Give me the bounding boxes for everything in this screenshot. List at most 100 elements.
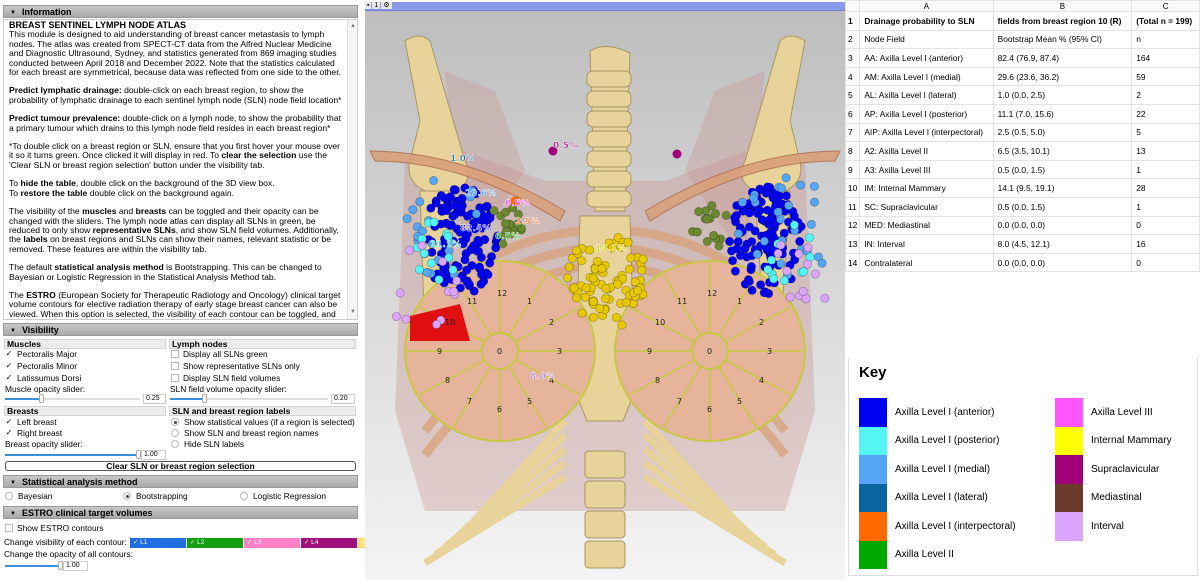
anatomy-scene[interactable]: 023456789101112102345678910111211.0%29.6… <box>365 11 845 580</box>
axilla-posterior-node <box>448 265 458 275</box>
contour-label: Change visibility of each contour: <box>4 537 127 547</box>
slider-handle[interactable] <box>202 394 207 403</box>
option-label: Show SLN and breast region names <box>184 428 319 438</box>
checkmark-icon[interactable]: ✓ <box>5 350 13 358</box>
scroll-up-icon[interactable]: ▲ <box>350 22 356 31</box>
key-item: Internal Mammary <box>1055 426 1172 455</box>
axilla-medial-node <box>777 183 787 193</box>
contour-toggle-l2[interactable]: ✓ L2 <box>186 538 243 548</box>
checkmark-icon[interactable]: ✓ <box>5 374 13 382</box>
lymph-checkbox[interactable]: Display SLN field volumes <box>171 373 280 383</box>
breast-region-label: 6 <box>707 405 712 414</box>
scroll-down-icon[interactable]: ▼ <box>350 308 356 317</box>
axilla-anterior-node <box>762 244 772 254</box>
stats-method-radio[interactable]: Logistic Regression <box>240 491 326 501</box>
view-tab[interactable]: 1 <box>372 2 381 9</box>
breast-region-label: 3 <box>557 347 562 356</box>
internal-mammary-node <box>613 279 623 289</box>
table-cell: 0.0 (0.0, 0.0) <box>992 252 1133 273</box>
label-option-radio[interactable]: Show statistical values (if a region is … <box>171 417 355 427</box>
internal-mammary-node <box>577 308 587 318</box>
lymph-checkbox[interactable]: Show representative SLNs only <box>171 361 300 371</box>
axilla-anterior-node <box>442 206 452 216</box>
radio-button[interactable] <box>171 418 179 426</box>
settings-icon[interactable]: ⚙ <box>381 2 392 9</box>
radio-button[interactable] <box>171 440 179 448</box>
key-title: Key <box>859 364 887 381</box>
radio-button[interactable] <box>5 492 13 500</box>
color-swatch <box>1055 398 1083 427</box>
breast-region-label: 11 <box>467 297 477 306</box>
muscle-checkbox[interactable]: ✓ Pectoralis Minor <box>5 361 77 371</box>
key-label: Axilla Level I (lateral) <box>895 492 988 504</box>
contour-toggle-l4[interactable]: ✓ L4 <box>300 538 357 548</box>
color-key: Key Axilla Level I (anterior) Axilla Leve… <box>848 358 1198 576</box>
axilla-level-ii-node <box>714 241 724 251</box>
contour-opacity-spinbox[interactable]: 1.00 <box>63 561 88 571</box>
lymph-checkbox[interactable]: Display all SLNs green <box>171 349 268 359</box>
contour-opacity-slider[interactable] <box>5 561 63 571</box>
sln-opacity-slider[interactable] <box>170 394 328 404</box>
contour-toggle-l3[interactable]: ✓ L3 <box>243 538 300 548</box>
table-cell: 11.1 (7.0, 15.6) <box>992 103 1133 124</box>
muscle-checkbox[interactable]: ✓ Latissumus Dorsi <box>5 373 82 383</box>
checkbox-icon[interactable] <box>5 524 13 532</box>
stats-method-radio[interactable]: Bootstrapping <box>123 491 188 501</box>
show-estro-checkbox[interactable]: Show ESTRO contours <box>5 523 104 533</box>
pin-icon[interactable]: ▪ <box>365 2 372 9</box>
checkmark-icon[interactable]: ✓ <box>5 429 13 437</box>
axilla-medial-node <box>415 197 425 207</box>
interval-node <box>798 286 808 296</box>
table-paragraph: To hide the table, double click on the b… <box>9 179 345 198</box>
vertebra <box>586 110 632 128</box>
checkmark-icon[interactable]: ✓ <box>5 418 13 426</box>
label-option-radio[interactable]: Show SLN and breast region names <box>171 428 319 438</box>
radio-button[interactable] <box>240 492 248 500</box>
radio-button[interactable] <box>123 492 131 500</box>
information-text-area[interactable]: BREAST SENTINEL LYMPH NODE ATLAS This mo… <box>3 19 358 320</box>
checkbox-icon[interactable] <box>171 374 179 382</box>
breast-region-label: 1 <box>737 297 742 306</box>
key-label: Supraclavicular <box>1091 463 1160 475</box>
muscle-checkbox[interactable]: ✓ Pectoralis Major <box>5 349 77 359</box>
checkbox-icon[interactable] <box>171 362 179 370</box>
3d-view[interactable]: ▪ 1 ⚙ 0 2 3 4 5 6 7 8 9 10 11 12 1 0 2 3 4 5 6 7 8 9 10 11 12 1 1.0%… <box>365 2 845 580</box>
breast-opacity-slider[interactable] <box>5 450 141 460</box>
color-swatch <box>859 540 887 569</box>
corner-cell <box>844 0 861 12</box>
internal-mammary-node <box>624 264 634 274</box>
information-section-header[interactable]: ▼ Information <box>3 5 358 18</box>
checkbox-icon[interactable] <box>171 350 179 358</box>
axilla-anterior-node <box>462 265 472 275</box>
axilla-anterior-node <box>745 208 755 218</box>
info-scrollbar[interactable]: ▲ ▼ <box>347 20 357 319</box>
vertebra <box>586 150 632 168</box>
stats-paragraph: The default statistical analysis method … <box>9 262 345 282</box>
breast-checkbox[interactable]: ✓ Right breast <box>5 428 63 438</box>
stat-label: 2.5% <box>515 217 540 227</box>
visibility-section-header[interactable]: ▼ Visibility <box>3 323 358 336</box>
clear-selection-button[interactable]: Clear SLN or breast region selection <box>5 461 356 471</box>
stats-section-header[interactable]: ▼ Statistical analysis method <box>3 475 358 488</box>
checkmark-icon[interactable]: ✓ <box>5 362 13 370</box>
row-number: 11 <box>844 196 861 217</box>
interval-node <box>395 288 405 298</box>
statistics-table: A B C 1 Drainage probability to SLN fields fr… <box>844 0 1200 273</box>
axilla-level-ii-node <box>701 206 711 216</box>
breast-checkbox[interactable]: ✓ Left breast <box>5 417 57 427</box>
muscle-opacity-slider[interactable] <box>5 394 140 404</box>
estro-section-header[interactable]: ▼ ESTRO clinical target volumes <box>3 506 358 519</box>
internal-mammary-node <box>588 312 598 322</box>
contour-toggle-l1[interactable]: ✓ L1 <box>129 538 186 548</box>
stats-method-radio[interactable]: Bayesian <box>5 491 52 501</box>
internal-mammary-node <box>572 293 582 303</box>
breast-region-label: 5 <box>527 397 532 406</box>
sln-opacity-spinbox[interactable]: 0.20 <box>331 394 355 404</box>
interval-node <box>404 245 414 255</box>
muscle-opacity-spinbox[interactable]: 0.25 <box>143 394 166 404</box>
table-cell: IM: Internal Mammary <box>859 178 994 198</box>
breast-opacity-spinbox[interactable]: 1.00 <box>141 450 166 460</box>
slider-handle[interactable] <box>39 394 44 403</box>
radio-button[interactable] <box>171 429 179 437</box>
label-option-radio[interactable]: Hide SLN labels <box>171 439 244 449</box>
